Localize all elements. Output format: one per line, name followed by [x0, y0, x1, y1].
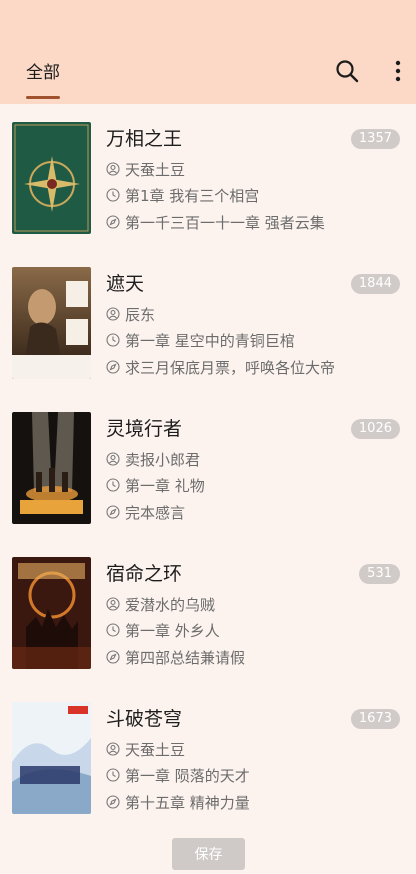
book-author: 辰东	[106, 303, 155, 325]
user-icon	[106, 452, 120, 466]
user-icon	[106, 597, 120, 611]
search-icon	[336, 60, 359, 83]
book-cover[interactable]	[12, 557, 91, 669]
read-chapter: 完本感言	[106, 501, 185, 523]
book-list: 万相之王 1357 天蚕土豆 第1章 我有三个相宫 第一千三百一十一章 强者云集	[0, 104, 416, 829]
book-author: 天蚕土豆	[106, 158, 185, 180]
clock-icon	[106, 623, 120, 637]
compass-icon	[106, 795, 120, 809]
clock-icon	[106, 333, 120, 347]
search-button[interactable]	[334, 58, 360, 84]
book-title: 宿命之环	[106, 563, 183, 585]
chapter-count-badge: 531	[359, 564, 400, 584]
user-icon	[106, 307, 120, 321]
user-icon	[106, 162, 120, 176]
book-cover[interactable]	[12, 702, 91, 814]
latest-chapter: 第一章 礼物	[106, 474, 205, 496]
more-menu-button[interactable]	[388, 58, 408, 84]
book-row[interactable]: 斗破苍穹 1673 天蚕土豆 第一章 陨落的天才 第十五章 精神力量	[0, 684, 416, 829]
book-author: 天蚕土豆	[106, 738, 185, 760]
book-row[interactable]: 遮天 1844 辰东 第一章 星空中的青铜巨棺 求三月保底月票，呼唤各位大帝	[0, 249, 416, 394]
book-row[interactable]: 万相之王 1357 天蚕土豆 第1章 我有三个相宫 第一千三百一十一章 强者云集	[0, 104, 416, 249]
book-author: 爱潜水的乌贼	[106, 593, 215, 615]
latest-chapter: 第一章 外乡人	[106, 619, 220, 641]
app-header: 全部	[0, 0, 416, 104]
read-chapter: 第一千三百一十一章 强者云集	[106, 211, 325, 233]
clock-icon	[106, 188, 120, 202]
clock-icon	[106, 768, 120, 782]
tab-indicator	[26, 96, 60, 99]
book-cover[interactable]	[12, 267, 91, 379]
book-title: 斗破苍穹	[106, 708, 183, 730]
book-row[interactable]: 灵境行者 1026 卖报小郎君 第一章 礼物 完本感言	[0, 394, 416, 539]
read-chapter: 求三月保底月票，呼唤各位大帝	[106, 356, 335, 378]
tab-all[interactable]: 全部	[26, 58, 60, 83]
save-button[interactable]: 保存	[172, 838, 245, 870]
user-icon	[106, 742, 120, 756]
book-title: 万相之王	[106, 128, 183, 150]
compass-icon	[106, 360, 120, 374]
book-cover[interactable]	[12, 412, 91, 524]
book-cover[interactable]	[12, 122, 91, 234]
more-vertical-icon	[395, 60, 401, 82]
read-chapter: 第四部总结兼请假	[106, 646, 245, 668]
latest-chapter: 第一章 星空中的青铜巨棺	[106, 329, 295, 351]
latest-chapter: 第一章 陨落的天才	[106, 764, 250, 786]
book-title: 灵境行者	[106, 418, 183, 440]
book-title: 遮天	[106, 273, 145, 295]
compass-icon	[106, 215, 120, 229]
book-author: 卖报小郎君	[106, 448, 200, 470]
clock-icon	[106, 478, 120, 492]
read-chapter: 第十五章 精神力量	[106, 791, 250, 813]
chapter-count-badge: 1844	[350, 274, 400, 294]
compass-icon	[106, 650, 120, 664]
latest-chapter: 第1章 我有三个相宫	[106, 184, 259, 206]
chapter-count-badge: 1673	[350, 709, 400, 729]
book-row[interactable]: 宿命之环 531 爱潜水的乌贼 第一章 外乡人 第四部总结兼请假	[0, 539, 416, 684]
chapter-count-badge: 1026	[350, 419, 400, 439]
compass-icon	[106, 505, 120, 519]
chapter-count-badge: 1357	[350, 129, 400, 149]
